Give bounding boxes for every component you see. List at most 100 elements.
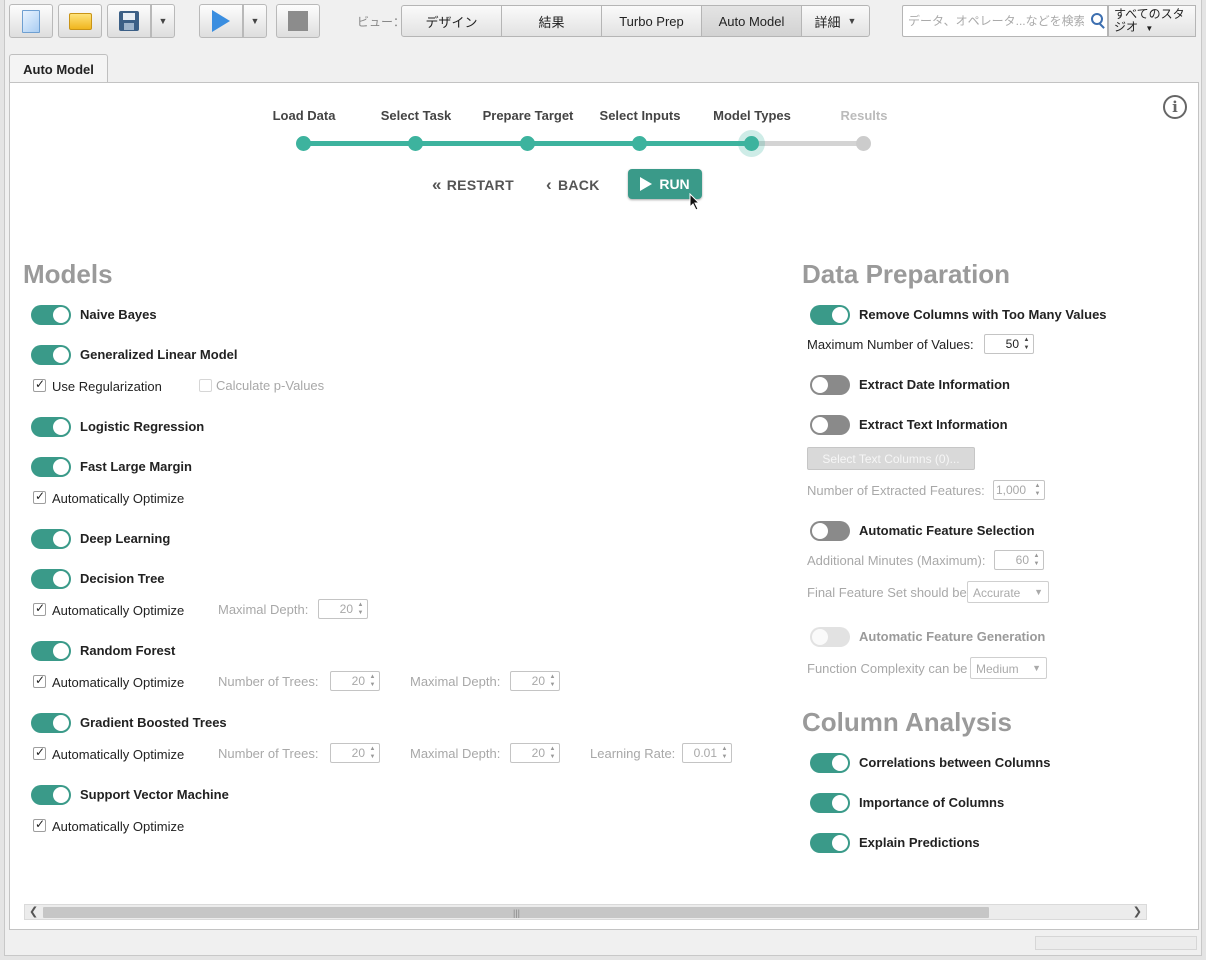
svm-label: Support Vector Machine [80, 787, 229, 802]
naive-bayes-toggle[interactable] [31, 305, 71, 325]
status-bar [1035, 936, 1197, 950]
data-prep-section-title: Data Preparation [802, 259, 1011, 289]
view-turbo-prep-button[interactable]: Turbo Prep [601, 5, 702, 37]
correlations-toggle[interactable] [810, 753, 850, 773]
chevron-down-icon: ▼ [1032, 663, 1041, 673]
decision-tree-toggle[interactable] [31, 569, 71, 589]
view-design-button[interactable]: デザイン [401, 5, 502, 37]
dt-max-depth-label: Maximal Depth: [218, 602, 309, 617]
horizontal-scrollbar[interactable]: ❮ ||| ❯ [24, 904, 1147, 920]
gbt-num-trees-spinner: 20 ▲ ▼ [330, 743, 380, 763]
chevron-down-icon: ▼ [1145, 24, 1154, 33]
info-icon[interactable]: i [1163, 95, 1187, 119]
rf-num-trees-spinner: 20 ▲ ▼ [330, 671, 380, 691]
new-process-button[interactable] [9, 4, 53, 38]
random-forest-toggle[interactable] [31, 641, 71, 661]
step-load-data[interactable]: Load Data [244, 108, 364, 123]
chevron-down-icon: ▼ [250, 16, 260, 26]
explain-predictions-label: Explain Predictions [859, 835, 980, 850]
flm-auto-optimize-checkbox[interactable] [33, 489, 46, 504]
view-auto-model-button[interactable]: Auto Model [701, 5, 802, 37]
search-input[interactable] [908, 14, 1084, 28]
svm-toggle[interactable] [31, 785, 71, 805]
svm-auto-optimize-checkbox[interactable] [33, 817, 46, 832]
chevron-down-icon: ▼ [1034, 587, 1043, 597]
search-icon-handle [1099, 23, 1105, 29]
scrollbar-thumb[interactable]: ||| [43, 907, 989, 918]
double-chevron-left-icon: « [432, 174, 442, 194]
view-more-label: 詳細 [814, 14, 841, 30]
extract-text-label: Extract Text Information [859, 417, 1008, 432]
auto-feature-selection-toggle[interactable] [810, 521, 850, 541]
scroll-right-icon[interactable]: ❯ [1133, 905, 1142, 918]
auto-feature-generation-label: Automatic Feature Generation [859, 629, 1046, 644]
dt-max-depth-value: 20 [339, 602, 353, 616]
decision-tree-label: Decision Tree [80, 571, 165, 586]
gbt-toggle[interactable] [31, 713, 71, 733]
open-process-button[interactable] [58, 4, 102, 38]
gbt-num-trees-value: 20 [351, 746, 365, 760]
view-results-button[interactable]: 結果 [501, 5, 602, 37]
back-button[interactable]: ‹ BACK [546, 175, 600, 194]
extract-date-label: Extract Date Information [859, 377, 1010, 392]
scroll-left-icon[interactable]: ❮ [29, 905, 38, 918]
max-values-spinner[interactable]: 50 ▲ ▼ [984, 334, 1034, 354]
fast-large-margin-label: Fast Large Margin [80, 459, 192, 474]
auto-feature-generation-toggle [810, 627, 850, 647]
fast-large-margin-toggle[interactable] [31, 457, 71, 477]
studio-filter-dropdown[interactable]: すべてのスタジオ ▼ [1108, 5, 1196, 37]
auto-model-window: ▼ ▼ ビュー： デザイン 結果 Turbo Prep Auto Model 詳… [4, 0, 1202, 956]
num-features-value: 1,000 [996, 483, 1027, 497]
run-process-button[interactable] [199, 4, 243, 38]
deep-learning-toggle[interactable] [31, 529, 71, 549]
final-feature-set-dropdown: Accurate ▼ [967, 581, 1049, 603]
rf-auto-optimize-checkbox[interactable] [33, 673, 46, 688]
dt-auto-optimize-checkbox[interactable] [33, 601, 46, 616]
save-dropdown-button[interactable]: ▼ [151, 4, 175, 38]
view-more-button[interactable]: 詳細 ▼ [801, 5, 870, 37]
deep-learning-label: Deep Learning [80, 531, 171, 546]
play-icon [640, 177, 653, 191]
tab-auto-model[interactable]: Auto Model [9, 54, 108, 83]
step-select-inputs[interactable]: Select Inputs [580, 108, 700, 123]
rf-num-trees-label: Number of Trees: [218, 674, 319, 689]
gbt-learning-rate-value: 0.01 [693, 746, 717, 760]
function-complexity-label: Function Complexity can be [807, 661, 968, 676]
use-regularization-checkbox[interactable] [33, 377, 46, 392]
step-dot [520, 136, 535, 151]
step-prepare-target[interactable]: Prepare Target [468, 108, 588, 123]
run-label: RUN [659, 176, 690, 192]
rf-max-depth-spinner: 20 ▲ ▼ [510, 671, 560, 691]
svm-auto-optimize-label: Automatically Optimize [52, 819, 185, 834]
save-button[interactable] [107, 4, 151, 38]
stop-button[interactable] [276, 4, 320, 38]
models-section-title: Models [23, 259, 113, 289]
logistic-regression-toggle[interactable] [31, 417, 71, 437]
num-features-label: Number of Extracted Features: [807, 483, 985, 498]
remove-columns-toggle[interactable] [810, 305, 850, 325]
chevron-left-icon: ‹ [546, 174, 552, 194]
run-dropdown-button[interactable]: ▼ [243, 4, 267, 38]
step-select-task[interactable]: Select Task [356, 108, 476, 123]
back-label: BACK [557, 176, 600, 193]
explain-predictions-toggle[interactable] [810, 833, 850, 853]
max-values-value: 50 [1005, 337, 1019, 351]
rf-max-depth-value: 20 [531, 674, 545, 688]
spinner-arrows-icon: ▲ ▼ [549, 674, 556, 688]
num-features-spinner: 1,000 ▲ ▼ [993, 480, 1045, 500]
search-box [902, 5, 1108, 37]
gbt-auto-optimize-checkbox[interactable] [33, 745, 46, 760]
final-feature-set-label: Final Feature Set should be [807, 585, 967, 600]
importance-label: Importance of Columns [859, 795, 1005, 810]
glm-toggle[interactable] [31, 345, 71, 365]
restart-label: RESTART [446, 176, 514, 193]
gbt-label: Gradient Boosted Trees [80, 715, 227, 730]
extract-date-toggle[interactable] [810, 375, 850, 395]
rf-max-depth-label: Maximal Depth: [410, 674, 501, 689]
step-model-types[interactable]: Model Types [692, 108, 812, 123]
importance-toggle[interactable] [810, 793, 850, 813]
remove-columns-label: Remove Columns with Too Many Values [859, 307, 1107, 322]
spinner-arrows-icon: ▲ ▼ [369, 674, 376, 688]
restart-button[interactable]: « RESTART [432, 175, 514, 194]
extract-text-toggle[interactable] [810, 415, 850, 435]
